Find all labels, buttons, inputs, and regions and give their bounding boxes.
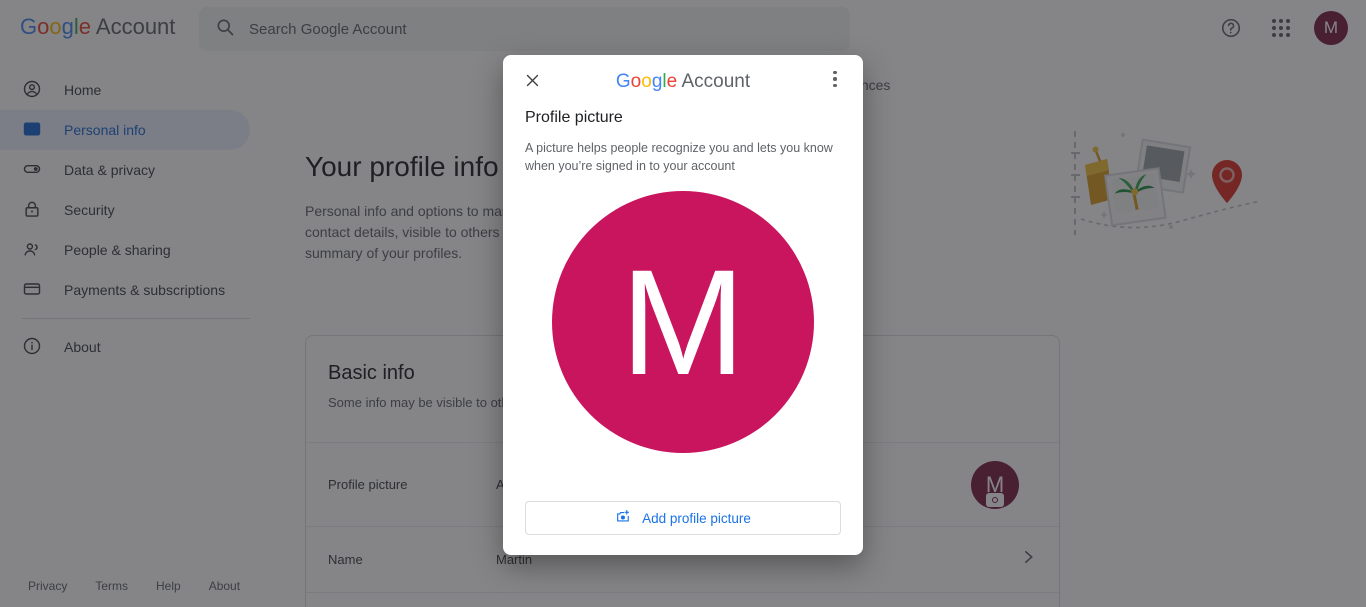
logo-letter-o1: o [630,71,642,92]
dialog-header: Google Account [503,55,863,101]
profile-picture-dialog: Google Account Profile picture A picture… [503,55,863,555]
screen: Google Account Search Google Account [0,0,1366,607]
logo-letter-g2: g [651,71,663,92]
add-profile-picture-label: Add profile picture [642,510,751,526]
add-a-photo-icon [615,508,632,528]
dialog-description: A picture helps people recognize you and… [525,141,833,173]
logo-letter-e: e [666,71,678,92]
profile-picture-preview[interactable]: M [552,191,814,453]
more-vert-icon[interactable] [825,68,845,90]
dialog-title: Profile picture [525,109,623,126]
profile-picture-preview-wrap: M [503,175,863,453]
logo-letter-g: G [615,71,631,92]
dialog-google-account-logo: Google Account [503,71,863,93]
logo-word-account: Account [677,71,751,92]
add-profile-picture-button[interactable]: Add profile picture [525,501,841,535]
logo-letter-o2: o [641,71,652,92]
